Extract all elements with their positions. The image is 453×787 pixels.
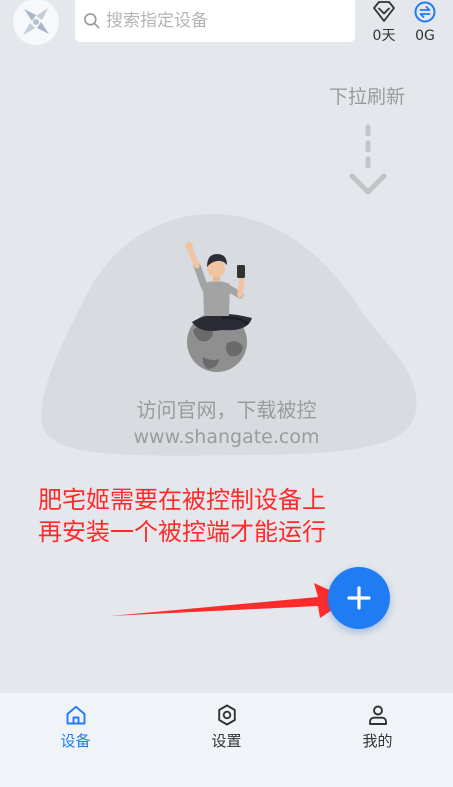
annotation-arrow xyxy=(110,583,349,618)
pull-to-refresh-hint: 下拉刷新 xyxy=(329,86,406,108)
nav-item-settings[interactable]: 设置 xyxy=(151,693,302,787)
home-icon xyxy=(66,705,85,725)
diamond-icon xyxy=(373,1,395,22)
days-value: 0天 xyxy=(372,28,396,44)
website-link[interactable]: www.shangate.com xyxy=(0,425,453,449)
nav-label-settings: 设置 xyxy=(211,732,242,750)
device-list-screen: 0天 0G 下拉刷新 xyxy=(0,0,453,787)
traffic-value: 0G xyxy=(415,28,435,44)
app-logo-icon[interactable] xyxy=(13,0,59,45)
search-icon xyxy=(84,13,100,29)
plus-icon xyxy=(347,586,371,610)
nav-label-profile: 我的 xyxy=(362,732,393,750)
membership-days-indicator[interactable]: 0天 xyxy=(366,0,402,44)
search-input[interactable] xyxy=(106,11,346,31)
annotation-line-2: 再安装一个被控端才能运行 xyxy=(38,518,326,546)
nav-item-profile[interactable]: 我的 xyxy=(302,693,453,787)
exchange-icon xyxy=(414,1,436,23)
add-device-button[interactable] xyxy=(328,567,390,629)
bottom-navigation: 设备 设置 我的 xyxy=(0,693,453,787)
empty-state-message: 访问官网，下载被控 xyxy=(136,398,317,422)
search-bar[interactable] xyxy=(75,0,355,42)
nav-label-devices: 设备 xyxy=(60,732,91,750)
install-instruction-annotation: 肥宅姬需要在被控制设备上 再安装一个被控端才能运行 xyxy=(38,484,326,548)
traffic-indicator[interactable]: 0G xyxy=(407,0,443,44)
gear-icon xyxy=(217,704,236,726)
pull-down-arrow-icon xyxy=(349,124,387,195)
nav-item-devices[interactable]: 设备 xyxy=(0,693,151,787)
person-icon xyxy=(368,705,387,725)
annotation-line-1: 肥宅姬需要在被控制设备上 xyxy=(38,486,326,514)
